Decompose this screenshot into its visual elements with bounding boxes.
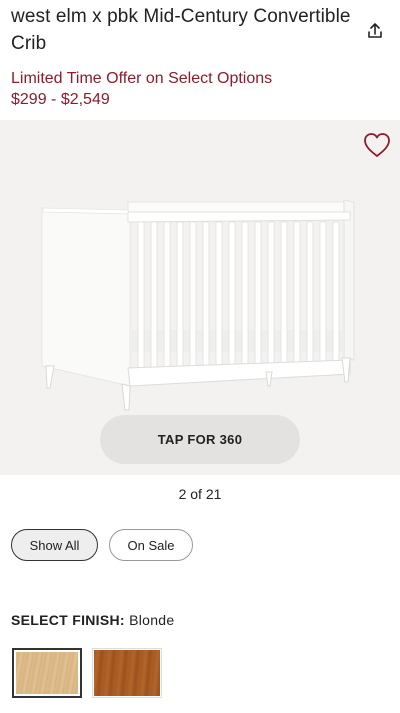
- select-finish-heading: SELECT FINISH:: [11, 612, 125, 628]
- image-counter: 2 of 21: [178, 486, 222, 502]
- select-finish-label: SELECT FINISH: Blonde: [11, 612, 174, 628]
- product-title: west elm x pbk Mid-Century Convertible C…: [11, 6, 351, 54]
- share-icon: [368, 23, 382, 38]
- heart-icon: [364, 133, 390, 157]
- offer-text[interactable]: Limited Time Offer on Select Options: [11, 70, 272, 88]
- walnut-wood-texture: [94, 650, 160, 696]
- price-range: $299 - $2,549: [11, 91, 110, 108]
- share-button[interactable]: [364, 20, 386, 42]
- favorite-button[interactable]: [362, 130, 392, 160]
- finish-swatch-blonde[interactable]: [12, 648, 82, 698]
- finish-swatch-walnut[interactable]: [92, 648, 162, 698]
- blonde-wood-texture: [16, 652, 78, 694]
- selected-finish-name: Blonde: [129, 612, 175, 628]
- crib-image: [41, 199, 355, 411]
- on-sale-button[interactable]: On Sale: [109, 529, 193, 561]
- show-all-button[interactable]: Show All: [11, 529, 98, 561]
- tap-for-360-button[interactable]: TAP FOR 360: [100, 415, 300, 464]
